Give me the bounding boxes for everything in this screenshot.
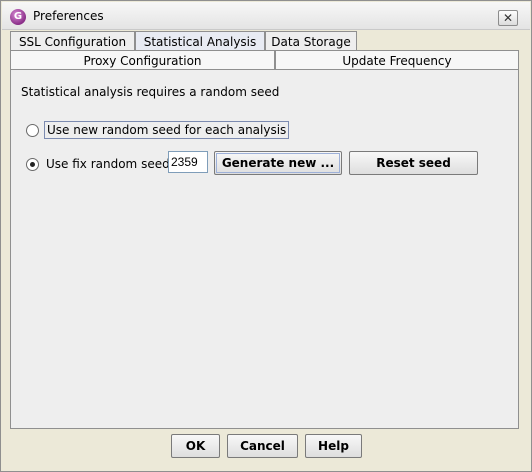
tab-update-frequency[interactable]: Update Frequency — [275, 50, 519, 70]
radio-fix-seed-label[interactable]: Use fix random seed — [44, 156, 172, 172]
app-logo-icon: G — [10, 9, 26, 25]
preferences-window: G Preferences ✕ SSL Configuration Statis… — [0, 0, 532, 472]
tab-statistical-analysis[interactable]: Statistical Analysis — [135, 31, 265, 51]
dialog-button-bar: OK Cancel Help — [10, 429, 519, 465]
generate-new-button[interactable]: Generate new ... — [214, 151, 342, 175]
option-fix-seed[interactable]: Use fix random seed — [26, 154, 172, 174]
window-title: Preferences — [33, 9, 104, 23]
radio-new-seed-label[interactable]: Use new random seed for each analysis — [44, 121, 290, 139]
cancel-button[interactable]: Cancel — [227, 434, 298, 458]
tab-row-top: SSL Configuration Statistical Analysis D… — [10, 31, 357, 51]
tab-data-storage[interactable]: Data Storage — [265, 31, 357, 51]
help-button[interactable]: Help — [305, 434, 362, 458]
reset-seed-button[interactable]: Reset seed — [349, 151, 478, 175]
statistical-analysis-panel: Statistical analysis requires a random s… — [10, 69, 519, 429]
radio-new-seed[interactable] — [26, 123, 39, 137]
tab-row-bottom: Proxy Configuration Update Frequency — [10, 50, 519, 70]
title-bar: G Preferences ✕ — [2, 2, 530, 30]
tab-ssl-configuration[interactable]: SSL Configuration — [10, 31, 135, 51]
seed-value-input[interactable] — [168, 151, 208, 173]
option-new-seed[interactable]: Use new random seed for each analysis — [26, 120, 290, 140]
panel-heading: Statistical analysis requires a random s… — [21, 85, 280, 99]
radio-fix-seed[interactable] — [26, 157, 39, 171]
tab-proxy-configuration[interactable]: Proxy Configuration — [10, 50, 275, 70]
ok-button[interactable]: OK — [171, 434, 220, 458]
close-button[interactable]: ✕ — [498, 10, 518, 26]
